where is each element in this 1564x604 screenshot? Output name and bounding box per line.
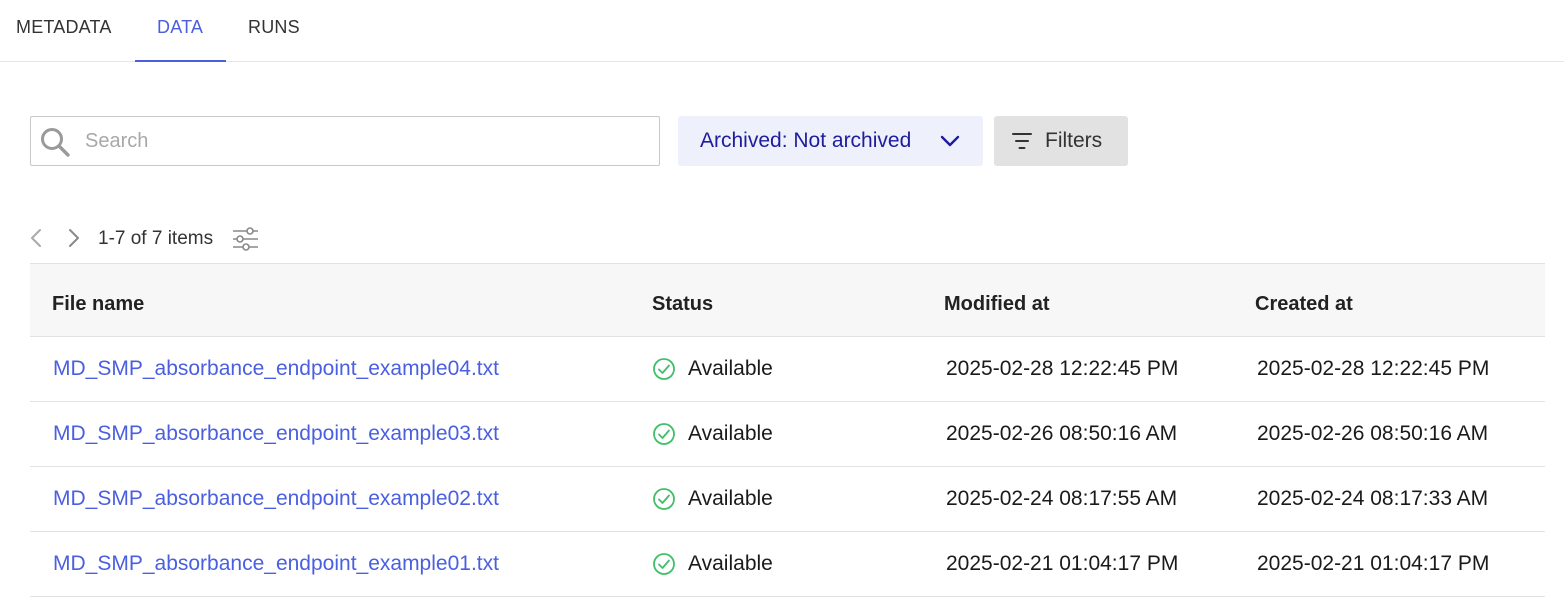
- check-circle-icon: [653, 553, 675, 575]
- files-table: File name Status Modified at Created at …: [30, 263, 1545, 604]
- modified-at: 2025-02-28 12:22:45 PM: [946, 357, 1179, 380]
- column-header-status[interactable]: Status: [652, 293, 713, 316]
- file-name-link[interactable]: MD_SMP_absorbance_endpoint_example01.txt: [53, 552, 499, 576]
- filter-icon: [1012, 133, 1032, 149]
- active-tab-indicator: [135, 60, 226, 62]
- table-row: MD_SMP_absorbance_endpoint_example03.txt…: [30, 402, 1545, 467]
- status-label: Available: [688, 487, 773, 510]
- status-label: Available: [688, 552, 773, 575]
- table-row: MD_SMP_absorbance_endpoint_example04.txt…: [30, 337, 1545, 402]
- check-circle-icon: [653, 423, 675, 445]
- created-at: 2025-02-26 08:50:16 AM: [1257, 422, 1489, 445]
- tab-bar: METADATA DATA RUNS: [0, 0, 1564, 62]
- file-name-link[interactable]: MD_SMP_absorbance_endpoint_example04.txt: [53, 357, 499, 381]
- status-label: Available: [688, 357, 773, 380]
- tab-metadata[interactable]: METADATA: [16, 17, 112, 38]
- created-at: 2025-02-21 01:04:17 PM: [1257, 552, 1490, 575]
- pagination-summary: 1-7 of 7 items: [98, 228, 214, 249]
- file-name-link[interactable]: MD_SMP_absorbance_endpoint_example03.txt: [53, 422, 499, 446]
- modified-at: 2025-02-21 01:04:17 PM: [946, 552, 1179, 575]
- created-at: 2025-02-28 12:22:45 PM: [1257, 357, 1490, 380]
- table-row: MD_SMP_absorbance_endpoint_example01.txt…: [30, 532, 1545, 597]
- status-label: Available: [688, 422, 773, 445]
- filters-button-label: Filters: [1045, 129, 1103, 152]
- archived-filter-label: Archived: Not archived: [700, 129, 912, 152]
- modified-at: 2025-02-24 08:17:55 AM: [946, 487, 1178, 510]
- chevron-left-icon[interactable]: [29, 228, 43, 248]
- search-box[interactable]: [30, 116, 660, 166]
- tab-data[interactable]: DATA: [157, 17, 203, 38]
- created-at: 2025-02-24 08:17:33 AM: [1257, 487, 1489, 510]
- check-circle-icon: [653, 358, 675, 380]
- table-header: File name Status Modified at Created at: [30, 264, 1545, 337]
- table-row: MD_SMP_absorbance_endpoint_example02.txt…: [30, 467, 1545, 532]
- sliders-icon[interactable]: [232, 227, 259, 251]
- search-input[interactable]: [85, 125, 645, 157]
- modified-at: 2025-02-26 08:50:16 AM: [946, 422, 1178, 445]
- column-header-created-at[interactable]: Created at: [1255, 293, 1353, 316]
- archived-filter-dropdown[interactable]: Archived: Not archived: [678, 116, 983, 166]
- file-name-link[interactable]: MD_SMP_absorbance_endpoint_example02.txt: [53, 487, 499, 511]
- chevron-right-icon[interactable]: [67, 228, 81, 248]
- search-icon: [41, 128, 70, 157]
- chevron-down-icon: [940, 135, 960, 147]
- column-header-file-name[interactable]: File name: [52, 293, 144, 316]
- check-circle-icon: [653, 488, 675, 510]
- tab-runs[interactable]: RUNS: [248, 17, 300, 38]
- column-header-modified-at[interactable]: Modified at: [944, 293, 1050, 316]
- filters-button[interactable]: Filters: [994, 116, 1128, 166]
